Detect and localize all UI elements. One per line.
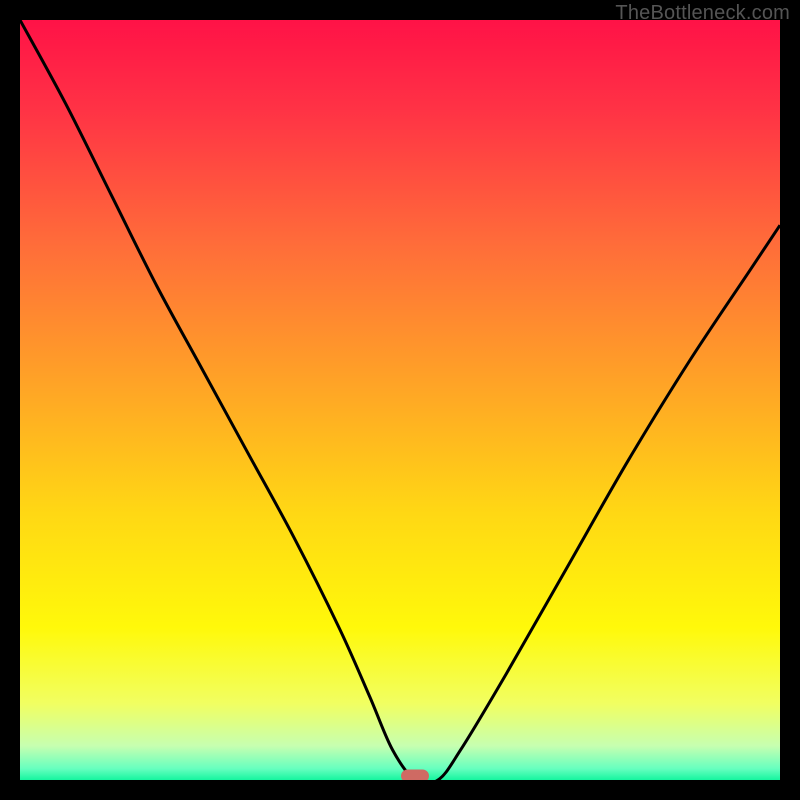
optimum-marker [401,770,429,781]
bottleneck-curve [20,20,780,780]
watermark-text: TheBottleneck.com [615,2,790,25]
curve-path [20,20,780,780]
plot-area [20,20,780,780]
chart-frame: TheBottleneck.com [0,0,800,800]
